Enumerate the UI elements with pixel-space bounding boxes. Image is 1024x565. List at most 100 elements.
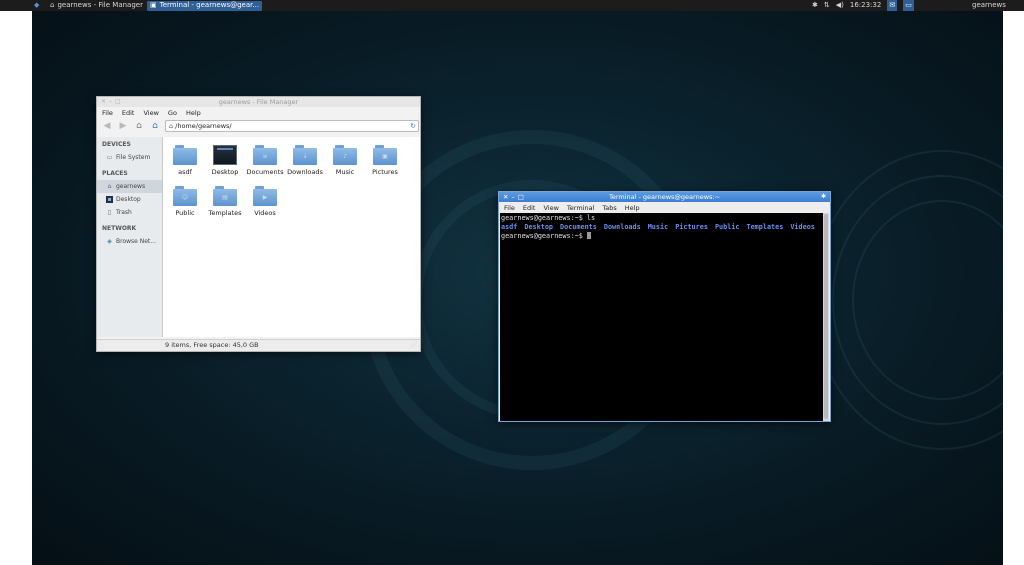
user-name: gearnews — [972, 1, 1006, 9]
system-tray: ✱ ⇅ ◀) 16:23:32 ✉ ▭ — [812, 0, 914, 11]
documents-folder-icon: ≡ — [253, 145, 277, 165]
menu-terminal[interactable]: Terminal — [567, 203, 594, 213]
xfce-menu-icon: ◆ — [34, 1, 40, 9]
sidebar-item-file-system[interactable]: ▭ File System — [97, 151, 162, 164]
home-folder-icon[interactable]: ⌂ — [149, 120, 161, 132]
public-folder-icon: ☺ — [173, 186, 197, 206]
bluetooth-icon[interactable]: ✱ — [812, 0, 818, 11]
app-menu-button[interactable]: ◆ — [34, 0, 39, 11]
location-bar[interactable]: ⌂ /home/gearnews/ ↻ — [165, 120, 419, 132]
scrollbar-thumb[interactable] — [824, 214, 828, 419]
music-folder-icon: ♪ — [333, 145, 357, 165]
parent-folder-icon[interactable]: ⌂ — [133, 120, 145, 132]
terminal-line: gearnews@gearnews:~$ ls — [501, 214, 596, 222]
folder-item-videos[interactable]: ▶ Videos — [245, 186, 285, 217]
file-label: Downloads — [287, 168, 323, 176]
menu-help[interactable]: Help — [186, 108, 201, 118]
folder-item-downloads[interactable]: ↓ Downloads — [285, 145, 325, 176]
window-title: Terminal - gearnews@gearnews:~ — [608, 193, 721, 201]
reload-icon[interactable]: ↻ — [410, 121, 416, 131]
file-manager-toolbar: ◀ ▶ ⌂ ⌂ ⌂ /home/gearnews/ ↻ — [97, 118, 420, 134]
desktop-icon: ▪ — [106, 196, 113, 203]
file-view: asdf Desktop ≡ Documents ↓ Downloads ♪ M… — [163, 137, 420, 337]
network-icon[interactable]: ⇅ — [824, 0, 830, 11]
window-controls: ✕–□ — [503, 192, 527, 202]
keyboard-icon[interactable]: ▭ — [903, 0, 914, 11]
templates-folder-icon: ▤ — [213, 186, 237, 206]
file-label: Pictures — [372, 168, 398, 176]
file-manager-menubar: File Edit View Go Help — [97, 108, 420, 118]
sidebar: DEVICES ▭ File System PLACES ⌂ gearnews … — [97, 137, 163, 337]
ls-output: asdf Desktop Documents Downloads Music Pictur… — [501, 223, 822, 232]
window-title: gearnews - File Manager — [218, 98, 299, 106]
folder-item-templates[interactable]: ▤ Templates — [205, 186, 245, 217]
terminal-prompt-line: gearnews@gearnews:~$ — [501, 232, 822, 241]
folder-item-public[interactable]: ☺ Public — [165, 186, 205, 217]
file-label: Templates — [208, 209, 242, 217]
forward-arrow-icon[interactable]: ▶ — [117, 120, 129, 132]
folder-item-asdf[interactable]: asdf — [165, 145, 205, 176]
ls-entry: Public — [714, 223, 740, 231]
home-icon: ⌂ — [50, 1, 55, 9]
menu-view[interactable]: View — [143, 108, 158, 118]
sidebar-item-desktop[interactable]: ▪ Desktop — [97, 193, 162, 206]
folder-item-documents[interactable]: ≡ Documents — [245, 145, 285, 176]
back-arrow-icon[interactable]: ◀ — [101, 120, 113, 132]
sidebar-item-browse-network[interactable]: ◈ Browse Net... — [97, 235, 162, 248]
file-manager-window: ✕–□ gearnews - File Manager File Edit Vi… — [96, 96, 421, 352]
sidebar-header-places: PLACES — [102, 170, 128, 177]
sidebar-item-trash[interactable]: ▯ Trash — [97, 206, 162, 219]
file-label: Videos — [254, 209, 276, 217]
maximize-icon[interactable]: □ — [115, 98, 124, 105]
folder-item-desktop[interactable]: Desktop — [205, 145, 245, 176]
menu-help[interactable]: Help — [625, 203, 640, 213]
menu-edit[interactable]: Edit — [122, 108, 135, 118]
videos-folder-icon: ▶ — [253, 186, 277, 206]
sidebar-header-devices: DEVICES — [102, 141, 131, 148]
ls-entry: asdf — [501, 223, 518, 231]
sidebar-item-gearnews[interactable]: ⌂ gearnews — [97, 180, 162, 193]
menu-go[interactable]: Go — [168, 108, 177, 118]
menu-view[interactable]: View — [543, 203, 558, 213]
cursor — [586, 232, 591, 239]
sidebar-header-network: NETWORK — [102, 225, 137, 232]
folder-icon — [173, 145, 197, 165]
close-icon[interactable]: ✕ — [101, 98, 109, 105]
file-label: Music — [335, 168, 355, 176]
pictures-folder-icon: ▣ — [373, 145, 397, 165]
ls-entry: Desktop — [524, 223, 554, 231]
ls-entry: Videos — [790, 223, 815, 231]
file-manager-titlebar[interactable]: ✕–□ gearnews - File Manager — [97, 97, 420, 107]
resize-grip-icon[interactable]: ⋰ — [409, 339, 417, 350]
terminal-titlebar[interactable]: ✕–□ Terminal - gearnews@gearnews:~ ✱ — [499, 192, 830, 202]
terminal-icon: ▣ — [150, 1, 157, 9]
menu-tabs[interactable]: Tabs — [602, 203, 616, 213]
menu-file[interactable]: File — [504, 203, 515, 213]
taskbar-item-terminal[interactable]: ▣ Terminal - gearnews@gear... — [147, 0, 263, 11]
folder-item-pictures[interactable]: ▣ Pictures — [365, 145, 405, 176]
notification-icon[interactable]: ✉ — [887, 0, 898, 11]
terminal-window: ✕–□ Terminal - gearnews@gearnews:~ ✱ Fil… — [498, 191, 831, 422]
terminal-scrollbar[interactable] — [823, 213, 829, 421]
file-manager-body: DEVICES ▭ File System PLACES ⌂ gearnews … — [97, 137, 420, 337]
menu-file[interactable]: File — [102, 108, 113, 118]
window-controls: ✕–□ — [101, 97, 124, 107]
window-menu-icon[interactable]: ✱ — [821, 192, 826, 202]
ls-entry: Pictures — [675, 223, 708, 231]
menu-edit[interactable]: Edit — [523, 203, 536, 213]
sidebar-item-label: Browse Net... — [116, 238, 157, 245]
home-icon: ⌂ — [107, 183, 112, 190]
taskbar-item-file-manager[interactable]: ⌂ gearnews - File Manager — [47, 1, 146, 11]
top-panel: ◆ ⌂ gearnews - File Manager ▣ Terminal -… — [0, 0, 1024, 11]
file-label: Documents — [246, 168, 284, 176]
folder-item-music[interactable]: ♪ Music — [325, 145, 365, 176]
maximize-icon[interactable]: □ — [518, 193, 527, 201]
file-label: Desktop — [211, 168, 239, 176]
user-menu[interactable]: gearnews — [972, 0, 1006, 11]
taskbar-item-label: gearnews - File Manager — [57, 1, 143, 9]
volume-icon[interactable]: ◀) — [836, 0, 844, 11]
clock[interactable]: 16:23:32 — [850, 0, 881, 11]
terminal-menubar: File Edit View Terminal Tabs Help — [499, 203, 830, 213]
terminal-output[interactable]: gearnews@gearnews:~$ ls asdf Desktop Docume… — [500, 213, 823, 421]
home-icon: ⌂ — [169, 122, 174, 130]
